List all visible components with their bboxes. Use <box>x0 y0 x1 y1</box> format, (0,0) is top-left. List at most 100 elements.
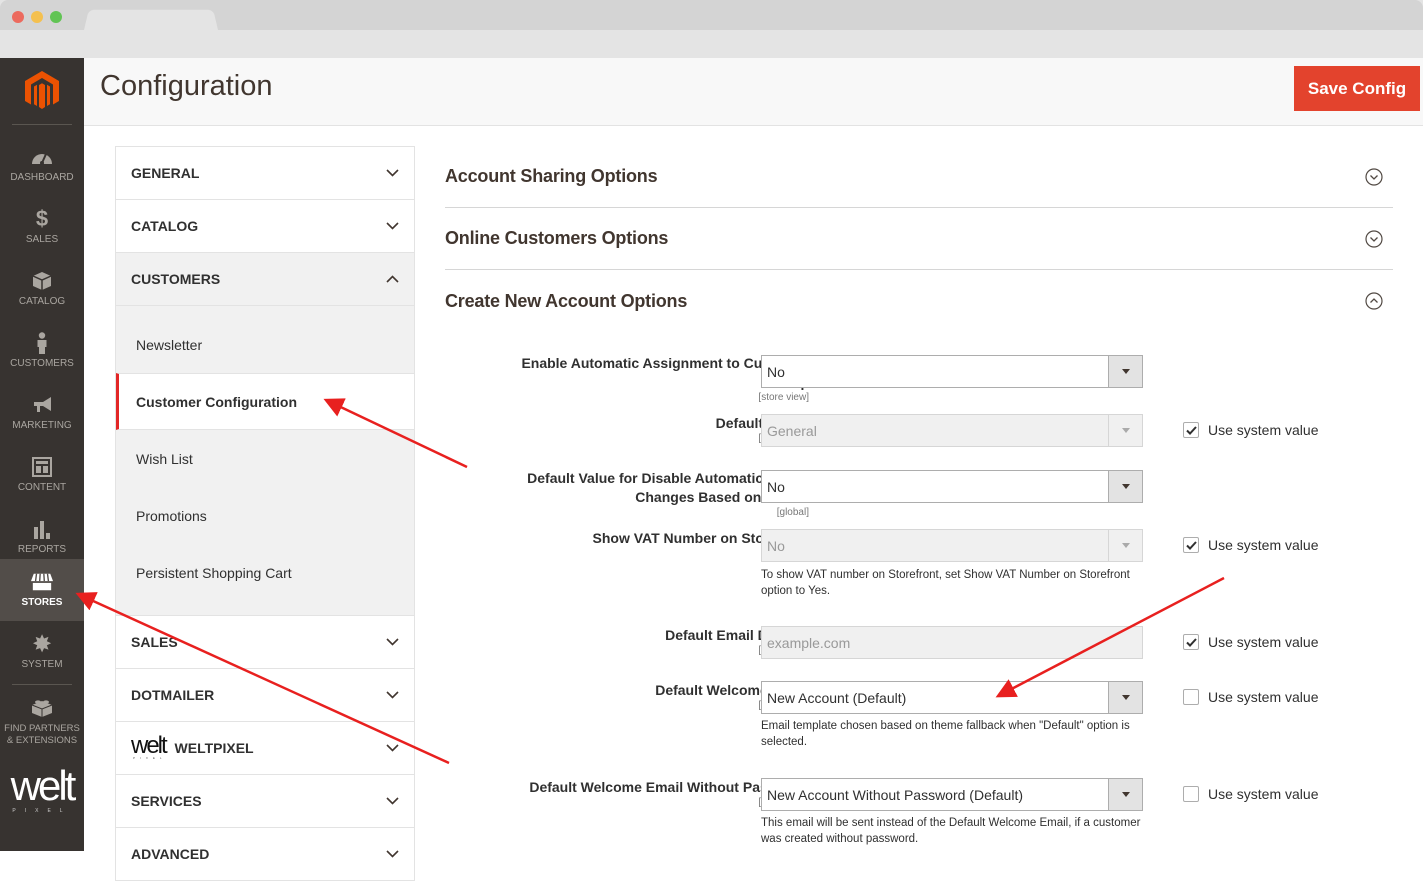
enable-automatic-assignment-select[interactable]: No <box>761 355 1143 388</box>
email-domain-use-system-value[interactable]: Use system value <box>1183 634 1318 650</box>
chevron-down-icon <box>385 847 399 861</box>
field-scope: [global] <box>776 507 809 518</box>
nav-divider <box>12 684 72 685</box>
section-label: Dotmailer <box>131 687 215 703</box>
megaphone-icon <box>31 394 53 416</box>
subsection-persistent-shopping-cart[interactable]: Persistent Shopping Cart <box>116 544 414 601</box>
magento-logo-icon <box>25 71 59 109</box>
group-title: Create New Account Options <box>445 290 688 311</box>
save-config-button[interactable]: Save Config <box>1294 66 1420 111</box>
show-vat-number-select[interactable]: No <box>761 529 1143 562</box>
field-note: Email template chosen based on theme fal… <box>761 720 1130 748</box>
field-note: To show VAT number on Storefront, set Sh… <box>761 569 1130 597</box>
config-main: Account Sharing Options Online Customers… <box>445 146 1393 845</box>
group-account-sharing-options[interactable]: Account Sharing Options <box>445 146 1393 208</box>
dashboard-gauge-icon <box>31 146 53 168</box>
checkbox-checked[interactable] <box>1183 422 1199 438</box>
section-label: Customers <box>131 271 221 287</box>
default-email-domain-input[interactable]: example.com <box>761 626 1143 659</box>
lego-brick-icon <box>31 697 53 719</box>
section-label: Services <box>131 793 202 809</box>
chevron-down-icon <box>385 794 399 808</box>
default-group-select[interactable]: General <box>761 414 1143 447</box>
nav-item-system[interactable]: ✸ System <box>0 621 84 683</box>
window-zoom-button[interactable] <box>50 11 62 23</box>
chevron-down-icon <box>385 635 399 649</box>
checkbox-label: Use system value <box>1208 634 1319 650</box>
group-title: Account Sharing Options <box>445 166 658 186</box>
chevron-down-icon <box>385 688 399 702</box>
dropdown-arrow-icon <box>1108 530 1142 561</box>
gear-icon: ✸ <box>31 630 53 658</box>
checkbox-label: Use system value <box>1208 689 1319 705</box>
customers-subsection-list: Newsletter Customer Configuration Wish L… <box>116 306 414 616</box>
page-title: Configuration <box>100 70 273 102</box>
checkbox-unchecked[interactable] <box>1183 689 1199 705</box>
field-scope: [store view] <box>758 392 809 403</box>
chevron-down-icon <box>385 166 399 180</box>
subsection-promotions[interactable]: Promotions <box>116 487 414 544</box>
group-create-new-account-options[interactable]: Create New Account Options <box>445 270 1393 332</box>
browser-tab[interactable] <box>84 9 218 30</box>
nav-divider <box>12 124 72 125</box>
nav-label: System <box>21 659 63 670</box>
magento-logo[interactable] <box>0 58 84 124</box>
dropdown-arrow-icon <box>1108 471 1142 502</box>
config-section-nav: General Catalog Customers Newsletter Cus… <box>115 146 415 881</box>
checkbox-checked[interactable] <box>1183 634 1199 650</box>
dropdown-arrow-icon <box>1108 682 1142 713</box>
checkbox-checked[interactable] <box>1183 537 1199 553</box>
subsection-newsletter[interactable]: Newsletter <box>116 316 414 373</box>
weltpixel-mini-logo-word: welt <box>131 732 168 759</box>
config-section-advanced[interactable]: Advanced <box>116 828 414 881</box>
checkbox-label: Use system value <box>1208 537 1319 553</box>
config-section-services[interactable]: Services <box>116 775 414 828</box>
config-section-customers[interactable]: Customers <box>116 253 414 306</box>
subsection-wish-list[interactable]: Wish List <box>116 430 414 487</box>
nav-item-sales[interactable]: $ Sales <box>0 196 84 258</box>
nav-item-content[interactable]: Content <box>0 444 84 506</box>
config-section-general[interactable]: General <box>116 147 414 200</box>
group-online-customers-options[interactable]: Online Customers Options <box>445 208 1393 270</box>
default-welcome-email-select[interactable]: New Account (Default) <box>761 681 1143 714</box>
nav-item-find-partners[interactable]: Find Partners & Extensions <box>0 690 84 754</box>
page-content: General Catalog Customers Newsletter Cus… <box>84 127 1423 881</box>
weltpixel-logo-word: welt <box>10 762 77 809</box>
nav-item-customers[interactable]: Customers <box>0 320 84 382</box>
config-section-dotmailer[interactable]: Dotmailer <box>116 669 414 722</box>
chevron-up-icon <box>385 272 399 286</box>
weltpixel-logo: welt PIXEL <box>0 762 84 826</box>
config-section-catalog[interactable]: Catalog <box>116 200 414 253</box>
page-header: Configuration Save Config <box>84 58 1423 126</box>
config-section-weltpixel[interactable]: welt PIXEL Weltpixel <box>116 722 414 775</box>
nav-item-marketing[interactable]: Marketing <box>0 382 84 444</box>
disable-auto-group-change-select[interactable]: No <box>761 470 1143 503</box>
default-group-use-system-value[interactable]: Use system value <box>1183 422 1318 438</box>
subsection-customer-configuration[interactable]: Customer Configuration <box>116 373 414 430</box>
show-vat-use-system-value[interactable]: Use system value <box>1183 537 1318 553</box>
field-note: This email will be sent instead of the D… <box>761 817 1141 845</box>
nav-item-stores[interactable]: Stores <box>0 559 84 621</box>
group-title: Online Customers Options <box>445 228 669 248</box>
weltpixel-mini-logo: welt PIXEL <box>131 732 168 761</box>
nav-item-catalog[interactable]: Catalog <box>0 258 84 320</box>
welcome-email-without-password-select[interactable]: New Account Without Password (Default) <box>761 778 1143 811</box>
nav-label: Customers <box>10 358 74 369</box>
chevron-down-icon <box>385 741 399 755</box>
layout-icon <box>31 456 53 478</box>
window-minimize-button[interactable] <box>31 11 43 23</box>
config-section-sales[interactable]: Sales <box>116 616 414 669</box>
checkbox-unchecked[interactable] <box>1183 786 1199 802</box>
nav-label: Sales <box>25 234 59 245</box>
chevron-down-icon <box>385 219 399 233</box>
nav-label: Content <box>17 482 67 493</box>
welcome-email-nopass-use-system-value[interactable]: Use system value <box>1183 786 1318 802</box>
welcome-email-use-system-value[interactable]: Use system value <box>1183 689 1318 705</box>
nav-label: Dashboard <box>10 172 74 183</box>
nav-item-dashboard[interactable]: Dashboard <box>0 134 84 196</box>
nav-label: Find Partners & Extensions <box>4 723 80 746</box>
nav-label: Marketing <box>12 420 72 431</box>
window-close-button[interactable] <box>12 11 24 23</box>
checkbox-label: Use system value <box>1208 422 1319 438</box>
nav-label: Stores <box>21 597 63 608</box>
